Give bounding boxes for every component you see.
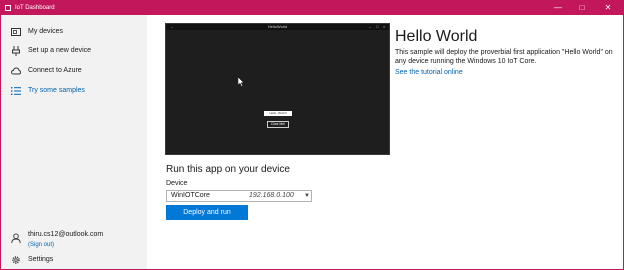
sidebar: My devices Set up a new device Connect t… xyxy=(1,15,147,269)
tutorial-link[interactable]: See the tutorial online xyxy=(395,69,463,76)
device-label: Device xyxy=(166,180,188,187)
minimize-icon[interactable]: — xyxy=(549,1,567,15)
user-icon xyxy=(11,233,21,243)
gear-icon xyxy=(12,256,20,264)
preview-close-icon: × xyxy=(383,24,386,29)
device-ip: 192.168.0.100 xyxy=(249,192,294,199)
mouse-cursor-icon xyxy=(238,77,245,87)
device-select[interactable]: WinIOTCore 192.168.0.100 ▼ xyxy=(166,190,312,202)
devices-icon xyxy=(11,28,21,36)
preview-titlebar: ← HelloWorld – □ × xyxy=(166,24,389,30)
sample-preview-screenshot: ← HelloWorld – □ × Hello, World! Click M… xyxy=(165,23,390,155)
run-heading: Run this app on your device xyxy=(166,164,290,175)
app-icon xyxy=(5,5,11,11)
sidebar-item-azure[interactable]: Connect to Azure xyxy=(1,61,147,81)
maximize-icon[interactable]: □ xyxy=(573,1,591,15)
preview-window-title: HelloWorld xyxy=(267,24,288,29)
sidebar-item-label: Try some samples xyxy=(28,87,85,94)
title-bar: IoT Dashboard — □ ✕ xyxy=(1,1,623,15)
deploy-and-run-button[interactable]: Deploy and run xyxy=(166,205,248,220)
samples-icon xyxy=(11,87,21,95)
settings-label: Settings xyxy=(28,256,54,263)
device-name: WinIOTCore xyxy=(171,192,210,199)
preview-click-button: Click Me! xyxy=(267,121,289,128)
sidebar-item-my-devices[interactable]: My devices xyxy=(1,22,147,42)
account-panel: thiru.cs12@outlook.com (Sign out) xyxy=(1,229,147,251)
close-icon[interactable]: ✕ xyxy=(599,1,617,15)
sample-title: Hello World xyxy=(395,28,478,45)
sample-description: This sample will deploy the proverbial f… xyxy=(395,49,613,65)
cloud-icon xyxy=(11,67,21,75)
iot-dashboard-window: IoT Dashboard — □ ✕ My devices Set up a … xyxy=(0,0,624,270)
setup-icon xyxy=(12,46,20,56)
sidebar-item-label: Set up a new device xyxy=(28,47,92,54)
preview-minimize-icon: – xyxy=(369,24,372,29)
window-title: IoT Dashboard xyxy=(15,5,55,11)
account-email: thiru.cs12@outlook.com xyxy=(28,231,104,238)
preview-maximize-icon: □ xyxy=(376,24,379,29)
chevron-down-icon: ▼ xyxy=(304,193,310,199)
sidebar-item-settings[interactable]: Settings xyxy=(1,253,147,267)
back-arrow-icon: ← xyxy=(170,24,174,29)
sign-out-link[interactable]: (Sign out) xyxy=(28,242,54,248)
sidebar-item-label: Connect to Azure xyxy=(28,67,82,74)
sidebar-item-setup[interactable]: Set up a new device xyxy=(1,41,147,61)
sidebar-item-label: My devices xyxy=(28,28,64,35)
preview-textbox: Hello, World! xyxy=(264,111,292,116)
sidebar-item-samples[interactable]: Try some samples xyxy=(1,81,147,101)
